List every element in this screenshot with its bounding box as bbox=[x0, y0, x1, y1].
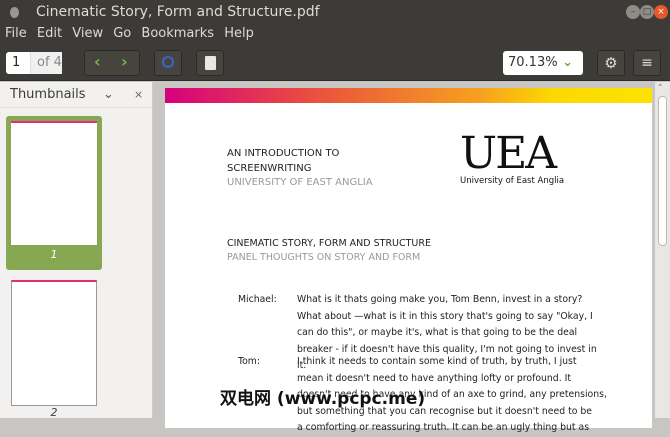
page-selector[interactable]: 1 of 4 bbox=[6, 52, 62, 74]
search-icon bbox=[162, 56, 174, 68]
dialogue-line: can do this", or maybe it's, what is tha… bbox=[297, 327, 578, 338]
thumbnail-label: 2 bbox=[50, 406, 58, 419]
intro-line-2: SCREENWRITING bbox=[227, 163, 312, 174]
thumbnail-image bbox=[11, 121, 97, 245]
edit-document-icon bbox=[205, 56, 216, 70]
thumbnail-page-1[interactable]: 1 bbox=[6, 116, 102, 270]
university-name: UNIVERSITY OF EAST ANGLIA bbox=[227, 177, 373, 188]
menu-go[interactable]: Go bbox=[113, 26, 131, 41]
uea-logo: UEA University of East Anglia bbox=[460, 128, 565, 187]
settings-button[interactable]: ⚙ bbox=[597, 50, 625, 76]
thumbnail-image bbox=[11, 280, 97, 406]
watermark: 双电网 (www.pcpc.me) bbox=[220, 389, 426, 409]
logo-subtitle: University of East Anglia bbox=[460, 176, 565, 186]
menu-edit[interactable]: Edit bbox=[37, 26, 62, 41]
dialogue-line: a comforting or reassuring truth. It can… bbox=[297, 422, 590, 433]
sidebar-close-button[interactable]: × bbox=[134, 82, 143, 108]
zoom-level: 70.13% bbox=[508, 55, 558, 70]
dialogue-line: I think it needs to contain some kind of… bbox=[297, 356, 577, 367]
window-title: Cinematic Story, Form and Structure.pdf bbox=[36, 4, 320, 20]
thumbnail-label: 1 bbox=[50, 248, 58, 261]
intro-line-1: AN INTRODUCTION TO bbox=[227, 148, 340, 159]
sidebar: Thumbnails ⌄ × 1 2 bbox=[0, 82, 153, 419]
previous-page-button[interactable]: ‹ bbox=[94, 52, 101, 71]
pdf-page: AN INTRODUCTION TO SCREENWRITING UNIVERS… bbox=[165, 88, 652, 433]
minimize-button[interactable]: – bbox=[626, 5, 640, 19]
speaker-name: Tom: bbox=[238, 356, 260, 367]
menu-help[interactable]: Help bbox=[224, 26, 254, 41]
title-bar: Cinematic Story, Form and Structure.pdf … bbox=[0, 0, 670, 24]
page-nav-group: ‹ › bbox=[84, 50, 140, 76]
speaker-name: Michael: bbox=[238, 294, 277, 305]
sidebar-dropdown-icon[interactable]: ⌄ bbox=[103, 82, 114, 108]
gear-icon: ⚙ bbox=[604, 54, 618, 72]
sidebar-title: Thumbnails bbox=[10, 87, 86, 102]
menu-file[interactable]: File bbox=[5, 26, 27, 41]
sidebar-header: Thumbnails ⌄ × bbox=[0, 82, 152, 108]
close-button[interactable]: × bbox=[654, 5, 668, 19]
next-page-button[interactable]: › bbox=[121, 52, 128, 71]
page-total: of 4 bbox=[30, 52, 62, 74]
thumbnail-page-2[interactable]: 2 bbox=[6, 280, 102, 419]
document-view[interactable]: AN INTRODUCTION TO SCREENWRITING UNIVERS… bbox=[153, 82, 655, 433]
menu-button[interactable]: ≡ bbox=[633, 50, 661, 76]
hamburger-icon: ≡ bbox=[641, 55, 653, 71]
dialogue-line: What about —what is it in this story tha… bbox=[297, 310, 593, 322]
vertical-scrollbar[interactable]: ˄ bbox=[655, 82, 670, 418]
zoom-selector[interactable]: 70.13% ⌄ bbox=[503, 51, 583, 75]
app-icon bbox=[10, 7, 19, 18]
header-gradient-bar bbox=[165, 88, 652, 103]
dialogue-line: What is it thats going make you, Tom Ben… bbox=[297, 294, 583, 305]
search-button[interactable] bbox=[154, 50, 182, 76]
scroll-up-icon[interactable]: ˄ bbox=[658, 84, 663, 94]
document-title: CINEMATIC STORY, FORM AND STRUCTURE bbox=[227, 238, 431, 249]
maximize-button[interactable]: □ bbox=[640, 5, 654, 19]
menu-bookmarks[interactable]: Bookmarks bbox=[141, 26, 214, 41]
document-subtitle: PANEL THOUGHTS ON STORY AND FORM bbox=[227, 252, 421, 263]
logo-text: UEA bbox=[460, 128, 557, 179]
annotate-button[interactable] bbox=[196, 50, 224, 76]
chevron-down-icon: ⌄ bbox=[562, 55, 573, 70]
scrollbar-thumb[interactable] bbox=[658, 96, 667, 246]
toolbar: 1 of 4 ‹ › 70.13% ⌄ ⚙ ≡ bbox=[0, 44, 670, 81]
menu-view[interactable]: View bbox=[72, 26, 103, 41]
page-number-input[interactable]: 1 bbox=[12, 52, 20, 74]
menu-bar: File Edit View Go Bookmarks Help bbox=[0, 24, 670, 44]
